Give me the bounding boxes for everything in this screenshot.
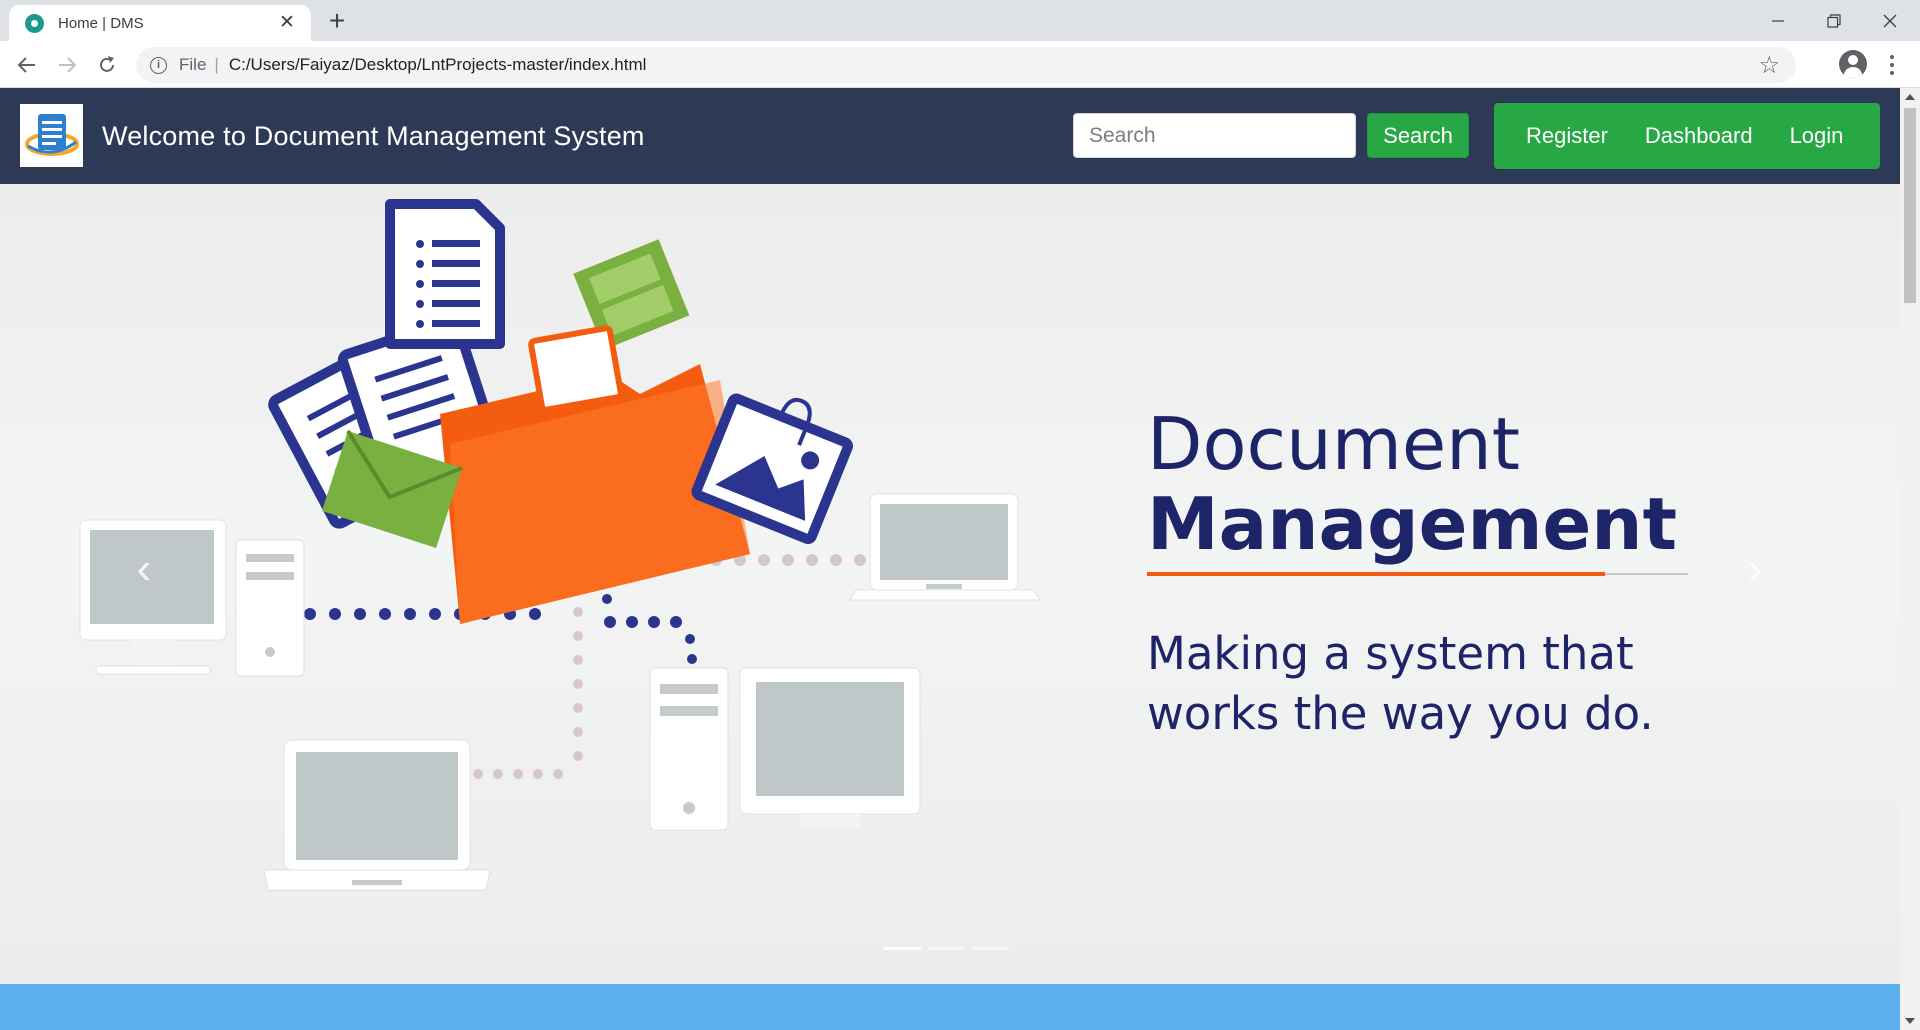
document-logo-icon [24, 113, 79, 156]
hero-subtitle-line1: Making a system that [1147, 627, 1634, 680]
url-scheme: File [179, 55, 207, 74]
profile-avatar-icon[interactable] [1839, 50, 1867, 78]
content-section-band [0, 984, 1900, 1030]
nav-link-dashboard[interactable]: Dashboard [1645, 123, 1753, 149]
forward-button[interactable] [50, 48, 84, 82]
nav-link-login[interactable]: Login [1790, 123, 1844, 149]
address-bar[interactable]: i File | C:/Users/Faiyaz/Desktop/LntProj… [136, 47, 1796, 83]
hero-title-line2: Management [1147, 482, 1677, 566]
restore-icon [1827, 13, 1841, 28]
nav-links-group: Register Dashboard Login [1494, 103, 1880, 169]
page-scrollbar[interactable] [1900, 88, 1920, 1030]
laptop-bottom [263, 739, 491, 891]
dms-logo[interactable] [20, 104, 83, 167]
hero-divider [1605, 573, 1688, 575]
hero-subtitle-line2: works the way you do. [1147, 687, 1654, 740]
reload-button[interactable] [90, 48, 124, 82]
hero-accent-rule [1147, 572, 1605, 576]
scroll-down-arrow-icon[interactable] [1905, 1018, 1915, 1024]
back-button[interactable] [10, 48, 44, 82]
url-text[interactable]: C:/Users/Faiyaz/Desktop/LntProjects-mast… [229, 55, 647, 75]
carousel-indicator-3[interactable] [972, 947, 1009, 950]
carousel-next-icon[interactable]: › [1735, 544, 1775, 594]
close-window-button[interactable] [1862, 0, 1918, 41]
site-brand-title[interactable]: Welcome to Document Management System [102, 88, 645, 184]
scroll-up-arrow-icon[interactable] [1905, 94, 1915, 100]
site-favicon-icon [25, 13, 44, 33]
page-viewport: Welcome to Document Management System Se… [0, 88, 1900, 1030]
carousel-indicator-2[interactable] [928, 947, 965, 950]
forward-arrow-icon [59, 57, 77, 73]
laptop-right [849, 493, 1041, 601]
tab-title: Home | DMS [58, 14, 144, 32]
back-arrow-icon [17, 57, 35, 73]
search-button[interactable]: Search [1367, 113, 1469, 158]
bookmark-star-icon[interactable]: ☆ [1758, 51, 1780, 80]
new-tab-button[interactable]: + [322, 6, 352, 36]
nav-link-register[interactable]: Register [1526, 123, 1608, 149]
close-icon [1883, 14, 1897, 27]
browser-toolbar: i File | C:/Users/Faiyaz/Desktop/LntProj… [0, 41, 1920, 88]
carousel-prev-icon[interactable]: ‹ [124, 544, 164, 594]
hero-carousel: Document Management Making a system that… [0, 184, 1900, 984]
desktop-computer-left [79, 519, 305, 677]
site-navbar: Welcome to Document Management System Se… [0, 88, 1900, 184]
reload-icon [100, 56, 114, 72]
search-input[interactable] [1073, 113, 1356, 158]
browser-tabstrip: Home | DMS ✕ + [0, 0, 1920, 41]
minimize-icon [1772, 19, 1784, 22]
desktop-computer-bottom [649, 667, 921, 831]
hero-title-line1: Document [1147, 402, 1521, 486]
carousel-indicators [884, 947, 1016, 950]
document-network-illustration [79, 199, 1041, 891]
scrollbar-thumb[interactable] [1904, 108, 1916, 303]
restore-button[interactable] [1806, 0, 1862, 41]
tab-close-icon[interactable]: ✕ [275, 11, 299, 35]
minimize-button[interactable] [1750, 0, 1806, 41]
browser-tab-active[interactable]: Home | DMS ✕ [9, 5, 311, 41]
site-info-icon[interactable]: i [150, 56, 167, 74]
carousel-indicator-1[interactable] [884, 947, 921, 950]
url-separator: | [214, 55, 219, 74]
browser-menu-icon[interactable] [1882, 52, 1902, 78]
hero-subtitle: Making a system that works the way you d… [1147, 624, 1707, 744]
